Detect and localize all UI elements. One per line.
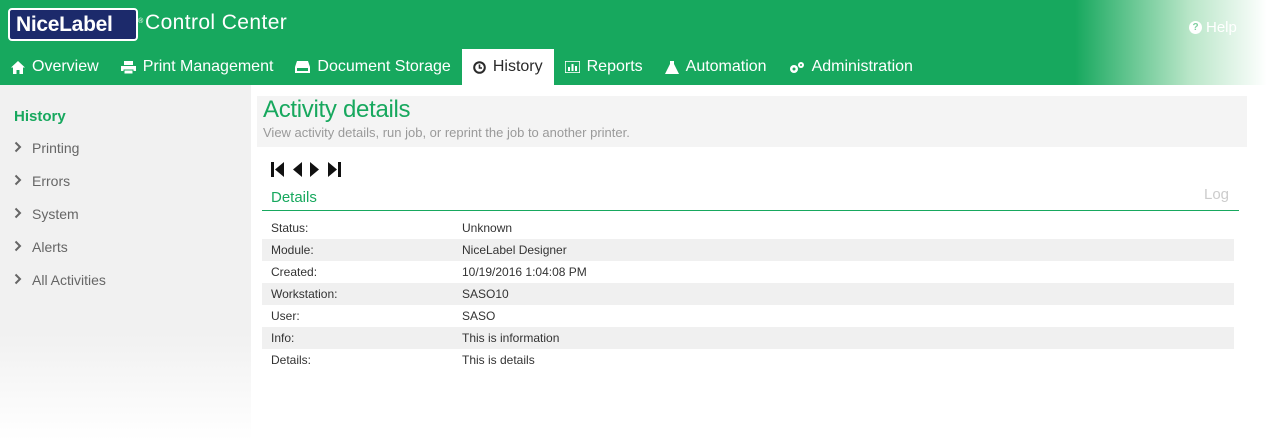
- first-icon[interactable]: [271, 162, 285, 182]
- details-table: Status: Unknown Module: NiceLabel Design…: [262, 217, 1234, 371]
- sidebar-item-system[interactable]: System: [14, 206, 79, 222]
- sidebar-item-label: Errors: [32, 173, 71, 189]
- chevron-right-icon: [14, 140, 22, 156]
- sidebar-item-label: Printing: [32, 140, 80, 156]
- app-title: Control Center: [145, 11, 288, 34]
- tab-automation[interactable]: Automation: [654, 49, 778, 85]
- detail-value: Unknown: [462, 221, 513, 235]
- sidebar-item-alerts[interactable]: Alerts: [14, 239, 68, 255]
- chevron-right-icon: [14, 239, 22, 255]
- detail-row-status: Status: Unknown: [262, 217, 1234, 239]
- detail-row-details: Details: This is details: [262, 349, 1234, 371]
- sidebar-item-label: Alerts: [32, 239, 68, 255]
- sidebar-item-all-activities[interactable]: All Activities: [14, 272, 106, 288]
- automation-icon: [664, 60, 679, 74]
- tab-label: Print Management: [142, 58, 274, 75]
- tab-label: Automation: [685, 58, 767, 75]
- detail-key: Created:: [271, 265, 318, 279]
- detail-key: Module:: [271, 243, 314, 257]
- storage-icon: [295, 61, 311, 73]
- detail-key: Details:: [271, 353, 312, 367]
- log-tab[interactable]: Log: [1204, 186, 1229, 203]
- main-nav: Overview Print Management Document Stora…: [0, 49, 924, 85]
- question-icon: ?: [1189, 21, 1202, 34]
- detail-value: NiceLabel Designer: [462, 243, 567, 257]
- registered-mark: ®: [138, 18, 143, 25]
- detail-row-user: User: SASO: [262, 305, 1234, 327]
- page-header: Activity details View activity details, …: [257, 96, 1247, 147]
- last-icon[interactable]: [327, 162, 341, 182]
- logo-text: NiceLabel: [16, 13, 113, 36]
- tab-history[interactable]: History: [461, 49, 554, 85]
- chevron-right-icon: [14, 206, 22, 222]
- detail-row-created: Created: 10/19/2016 1:04:08 PM: [262, 261, 1234, 283]
- detail-key: Status:: [271, 221, 309, 235]
- clock-icon: [473, 60, 486, 74]
- detail-value: 10/19/2016 1:04:08 PM: [462, 265, 587, 279]
- tab-label: Reports: [586, 58, 643, 75]
- page-title: Activity details: [263, 96, 411, 123]
- tab-administration[interactable]: Administration: [778, 49, 924, 85]
- record-pager: [271, 162, 341, 182]
- detail-value: This is details: [462, 353, 535, 367]
- next-icon[interactable]: [310, 162, 319, 182]
- tab-reports[interactable]: Reports: [554, 49, 654, 85]
- tab-label: Document Storage: [317, 58, 451, 75]
- tab-label: Overview: [32, 58, 99, 75]
- home-icon: [11, 60, 25, 74]
- tab-label: History: [492, 58, 543, 75]
- app-header: NiceLabel ® Control Center ? Help Overvi…: [0, 0, 1267, 85]
- sidebar-item-label: All Activities: [32, 272, 106, 288]
- sidebar-item-errors[interactable]: Errors: [14, 173, 70, 189]
- detail-key: Workstation:: [271, 287, 338, 301]
- sidebar: History Printing Errors System Alerts Al…: [0, 85, 251, 441]
- chevron-right-icon: [14, 272, 22, 288]
- help-link[interactable]: ? Help: [1189, 19, 1237, 36]
- sidebar-item-printing[interactable]: Printing: [14, 140, 79, 156]
- tab-overview[interactable]: Overview: [0, 49, 110, 85]
- nicelabel-logo[interactable]: NiceLabel ®: [8, 8, 143, 41]
- tab-label: Administration: [811, 58, 913, 75]
- detail-value: SASO10: [462, 287, 509, 301]
- sidebar-title[interactable]: History: [14, 108, 66, 125]
- details-section-title: Details: [271, 189, 317, 206]
- detail-row-workstation: Workstation: SASO10: [262, 283, 1234, 305]
- tab-print-management[interactable]: Print Management: [110, 49, 285, 85]
- tab-document-storage[interactable]: Document Storage: [284, 49, 461, 85]
- detail-row-module: Module: NiceLabel Designer: [262, 239, 1234, 261]
- detail-value: This is information: [462, 331, 560, 345]
- prev-icon[interactable]: [293, 162, 302, 182]
- detail-row-info: Info: This is information: [262, 327, 1234, 349]
- detail-key: User:: [271, 309, 300, 323]
- printer-icon: [120, 60, 136, 74]
- sidebar-item-label: System: [32, 206, 79, 222]
- detail-value: SASO: [462, 309, 496, 323]
- detail-key: Info:: [271, 331, 295, 345]
- chevron-right-icon: [14, 173, 22, 189]
- page-subtitle: View activity details, run job, or repri…: [263, 125, 630, 140]
- section-divider: [262, 210, 1239, 211]
- chart-icon: [564, 61, 580, 73]
- gears-icon: [789, 61, 805, 74]
- help-label: Help: [1206, 19, 1237, 36]
